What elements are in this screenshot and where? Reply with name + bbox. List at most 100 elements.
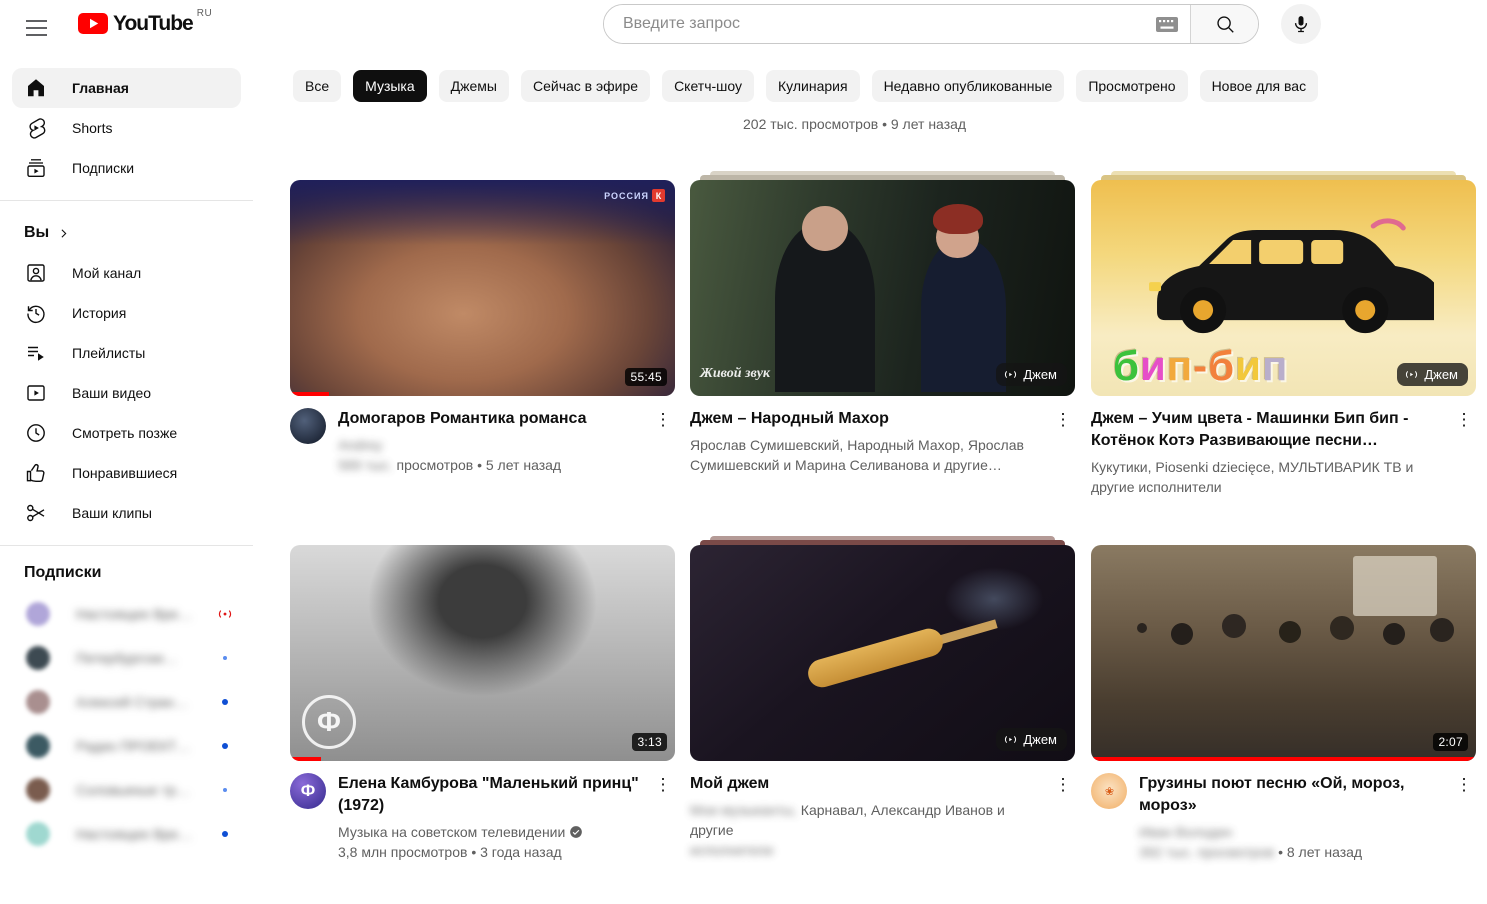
video-title[interactable]: Джем – Учим цвета - Машинки Бип бип - Ко… bbox=[1091, 408, 1448, 452]
subscription-channel[interactable]: Петербургски… bbox=[0, 636, 253, 680]
youtube-logo[interactable]: YouTube RU bbox=[78, 13, 212, 35]
chip-new-to-you[interactable]: Новое для вас bbox=[1200, 70, 1319, 102]
search-bar bbox=[603, 4, 1259, 44]
watch-progress-bar bbox=[1091, 757, 1476, 761]
channel-name: Петербургски… bbox=[76, 650, 213, 666]
chip-music[interactable]: Музыка bbox=[353, 70, 427, 102]
channel-name: Соловьиные тр… bbox=[76, 782, 213, 798]
chip-sketch-shows[interactable]: Скетч-шоу bbox=[662, 70, 754, 102]
video-title[interactable]: Джем – Народный Махор bbox=[690, 408, 1047, 430]
chip-live[interactable]: Сейчас в эфире bbox=[521, 70, 650, 102]
video-title[interactable]: Мой джем bbox=[690, 773, 1047, 795]
chip-recently-uploaded[interactable]: Недавно опубликованные bbox=[872, 70, 1065, 102]
video-thumbnail[interactable]: Ф 3:13 bbox=[290, 545, 675, 761]
duration-badge: 3:13 bbox=[632, 733, 667, 751]
channel-name[interactable]: Музыка на советском телевидении bbox=[338, 822, 647, 842]
video-thumbnail[interactable]: Живой звук Джем bbox=[690, 180, 1075, 396]
kebab-menu-icon[interactable]: ⋮ bbox=[1051, 408, 1075, 432]
keyboard-icon[interactable] bbox=[1152, 17, 1190, 32]
live-icon bbox=[213, 605, 237, 623]
jam-icon bbox=[1003, 732, 1018, 747]
sidebar-item-label: Главная bbox=[72, 80, 129, 96]
jam-badge: Джем bbox=[996, 363, 1067, 386]
watch-progress-bar bbox=[290, 392, 675, 396]
verified-icon bbox=[569, 825, 583, 839]
sidebar-item-home[interactable]: Главная bbox=[12, 68, 241, 108]
your-videos-icon bbox=[24, 381, 48, 405]
playlists-icon bbox=[24, 341, 48, 365]
search-input[interactable] bbox=[604, 5, 1152, 43]
bip-bip-title-text: бип-бип bbox=[1113, 342, 1288, 390]
voice-search-button[interactable] bbox=[1281, 4, 1321, 44]
history-icon bbox=[24, 301, 48, 325]
you-label: Вы bbox=[24, 224, 49, 242]
tv-channel-watermark: РОССИЯ К bbox=[604, 189, 665, 202]
top-bar: YouTube RU bbox=[0, 0, 1487, 56]
sidebar-item-playlists[interactable]: Плейлисты bbox=[12, 333, 241, 373]
subscription-channel[interactable]: Алексей Стран… bbox=[0, 680, 253, 724]
search-button[interactable] bbox=[1190, 5, 1258, 43]
sidebar-item-label: Ваши видео bbox=[72, 385, 151, 401]
video-thumbnail[interactable]: Джем bbox=[690, 545, 1075, 761]
kebab-menu-icon[interactable]: ⋮ bbox=[651, 408, 675, 432]
avatar bbox=[26, 602, 50, 626]
chip-watched[interactable]: Просмотрено bbox=[1076, 70, 1187, 102]
video-card: РОССИЯ К 55:45 Домогаров Романтика роман… bbox=[290, 180, 675, 475]
sidebar-item-liked-videos[interactable]: Понравившиеся bbox=[12, 453, 241, 493]
avatar bbox=[26, 734, 50, 758]
channel-name[interactable]: Иван Володин bbox=[1139, 822, 1448, 842]
channel-name[interactable]: Andrey bbox=[338, 435, 647, 455]
sidebar-item-your-videos[interactable]: Ваши видео bbox=[12, 373, 241, 413]
video-card: Джем Мой джем Мои музыканты, Карнавал, А… bbox=[690, 545, 1075, 860]
sidebar-item-shorts[interactable]: Shorts bbox=[12, 108, 241, 148]
sidebar-item-label: Плейлисты bbox=[72, 345, 145, 361]
sidebar-item-my-channel[interactable]: Мой канал bbox=[12, 253, 241, 293]
sidebar-divider bbox=[0, 545, 253, 546]
home-icon bbox=[24, 76, 48, 100]
notification-dot bbox=[213, 656, 237, 660]
video-title[interactable]: Елена Камбурова "Маленький принц" (1972) bbox=[338, 773, 647, 817]
chip-all[interactable]: Все bbox=[293, 70, 341, 102]
video-thumbnail[interactable]: 2:07 bbox=[1091, 545, 1476, 761]
jam-badge: Джем bbox=[996, 728, 1067, 751]
channel-avatar[interactable]: Ф bbox=[290, 773, 326, 809]
avatar bbox=[26, 822, 50, 846]
video-meta: 392 тыс. просмотров • 8 лет назад bbox=[1139, 842, 1448, 862]
kebab-menu-icon[interactable]: ⋮ bbox=[1452, 773, 1476, 797]
sidebar-item-watch-later[interactable]: Смотреть позже bbox=[12, 413, 241, 453]
avatar bbox=[26, 778, 50, 802]
sidebar-you-section[interactable]: Вы bbox=[0, 213, 253, 253]
channel-avatar[interactable] bbox=[290, 408, 326, 444]
kebab-menu-icon[interactable]: ⋮ bbox=[1051, 773, 1075, 797]
video-thumbnail[interactable]: РОССИЯ К 55:45 bbox=[290, 180, 675, 396]
subscription-channel[interactable]: Соловьиные тр… bbox=[0, 768, 253, 812]
sidebar-divider bbox=[0, 200, 253, 201]
subscription-channel[interactable]: Настоящее Вре… bbox=[0, 812, 253, 856]
channel-name: Алексей Стран… bbox=[76, 694, 213, 710]
video-title[interactable]: Грузины поют песню «Ой, мороз, мороз» bbox=[1139, 773, 1448, 817]
menu-icon[interactable] bbox=[24, 13, 54, 43]
jam-icon bbox=[1404, 367, 1419, 382]
avatar bbox=[26, 646, 50, 670]
chip-jams[interactable]: Джемы bbox=[439, 70, 509, 102]
chip-cooking[interactable]: Кулинария bbox=[766, 70, 860, 102]
sidebar-item-label: Смотреть позже bbox=[72, 425, 177, 441]
kebab-menu-icon[interactable]: ⋮ bbox=[1452, 408, 1476, 432]
sidebar-item-history[interactable]: История bbox=[12, 293, 241, 333]
mix-stack-decoration bbox=[690, 171, 1075, 180]
subscription-channel[interactable]: Радио ПРОЕКТ… bbox=[0, 724, 253, 768]
youtube-play-icon bbox=[78, 13, 108, 34]
duration-badge: 2:07 bbox=[1433, 733, 1468, 751]
sidebar-item-label: Shorts bbox=[72, 120, 112, 136]
sidebar-item-your-clips[interactable]: Ваши клипы bbox=[12, 493, 241, 533]
subscription-channel[interactable]: Настоящее Вре… bbox=[0, 592, 253, 636]
kebab-menu-icon[interactable]: ⋮ bbox=[651, 773, 675, 797]
cartoon-car-illustration bbox=[1133, 206, 1433, 346]
channel-avatar[interactable]: ❀ bbox=[1091, 773, 1127, 809]
thumbs-up-icon bbox=[24, 461, 48, 485]
duration-badge: 55:45 bbox=[625, 368, 667, 386]
video-thumbnail[interactable]: бип-бип Джем bbox=[1091, 180, 1476, 396]
artists-line: Ярослав Сумишевский, Народный Махор, Яро… bbox=[690, 435, 1047, 475]
sidebar-item-subscriptions[interactable]: Подписки bbox=[12, 148, 241, 188]
video-title[interactable]: Домогаров Романтика романса bbox=[338, 408, 647, 430]
